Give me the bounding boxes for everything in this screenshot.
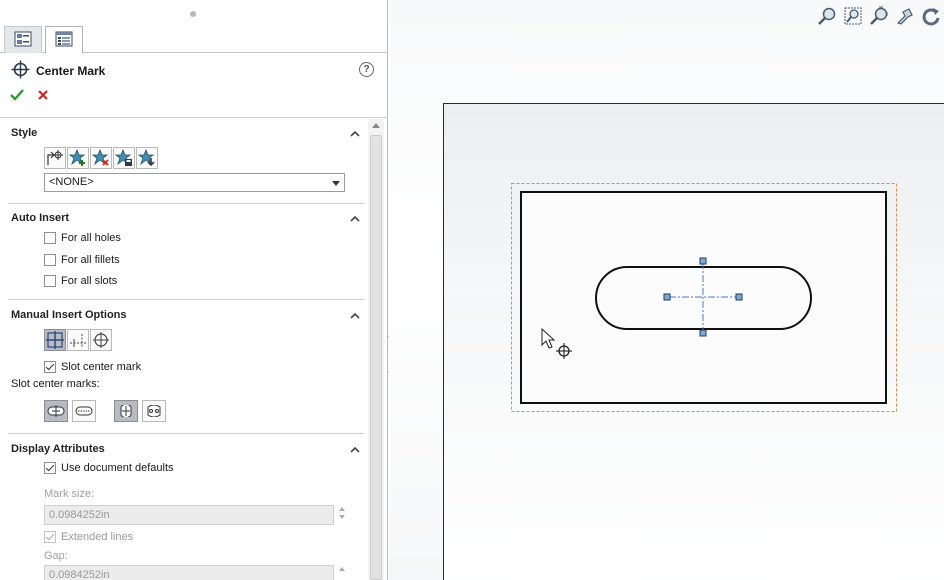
style-dropdown[interactable]: <NONE> [44, 173, 345, 192]
for-all-fillets-label: For all fillets [61, 254, 120, 266]
style-section-header[interactable]: Style [11, 127, 37, 139]
slot-handle-top[interactable] [699, 257, 707, 265]
circular-center-mark-icon [93, 332, 109, 348]
slot-arc-ends-icon [147, 405, 161, 417]
scroll-up-icon[interactable] [372, 123, 380, 128]
scrollbar-thumb[interactable] [370, 135, 382, 580]
load-style-icon [138, 149, 155, 167]
for-all-holes-label: For all holes [61, 232, 121, 244]
save-style-icon [115, 149, 132, 166]
for-all-fillets-option[interactable]: For all fillets [44, 254, 120, 266]
delete-style-icon [92, 149, 109, 166]
panel-title: Center Mark [36, 64, 106, 78]
question-icon: ? [363, 64, 370, 75]
slot-handle-right[interactable] [735, 293, 743, 301]
gap-value: 0.0984252in [49, 569, 110, 580]
graphics-area[interactable] [389, 0, 944, 580]
slot-arc-center-button[interactable] [114, 400, 138, 422]
for-all-holes-checkbox[interactable] [44, 232, 56, 244]
for-all-slots-label: For all slots [61, 275, 118, 287]
linear-center-mark-button[interactable] [67, 329, 89, 351]
help-button[interactable]: ? [359, 62, 374, 77]
single-center-mark-icon [46, 331, 64, 349]
feature-manager-tree-icon [14, 31, 32, 50]
mark-size-label: Mark size: [44, 488, 95, 500]
divider [0, 117, 388, 118]
style-button-row [44, 147, 158, 169]
center-mark-icon [11, 60, 30, 82]
panel-tab-bar [0, 24, 388, 54]
drawing-view-graphics [511, 183, 897, 412]
for-all-holes-option[interactable]: For all holes [44, 232, 121, 244]
tab-property-manager[interactable] [45, 26, 83, 54]
manual-insert-section-header[interactable]: Manual Insert Options [11, 309, 127, 321]
panel-grip-handle[interactable] [190, 11, 196, 17]
divider [8, 203, 364, 204]
collapse-auto-insert-icon[interactable] [350, 213, 360, 222]
slot-arc-ends-button[interactable] [142, 400, 166, 422]
slot-mark-button-row [44, 400, 166, 422]
mark-size-field[interactable]: 0.0984252in [44, 505, 334, 525]
delete-style-button[interactable] [90, 147, 112, 169]
auto-insert-section-header[interactable]: Auto Insert [11, 212, 69, 224]
x-icon [38, 90, 48, 100]
slot-center-mark-checkbox[interactable] [44, 361, 56, 373]
panel-scrollbar[interactable] [368, 119, 384, 580]
save-style-button[interactable] [113, 147, 135, 169]
divider [8, 299, 364, 300]
load-style-button[interactable] [136, 147, 158, 169]
collapse-display-attributes-icon[interactable] [350, 444, 360, 453]
collapse-style-icon[interactable] [350, 128, 360, 137]
apply-default-style-button[interactable] [44, 147, 66, 169]
divider [8, 433, 364, 434]
display-attributes-section-header[interactable]: Display Attributes [11, 443, 105, 455]
collapse-manual-insert-icon[interactable] [350, 310, 360, 319]
extended-lines-label: Extended lines [61, 531, 134, 543]
tab-feature-manager[interactable] [4, 26, 42, 53]
circular-center-mark-button[interactable] [90, 329, 112, 351]
checkmark-icon [10, 89, 24, 101]
style-dropdown-value: <NONE> [49, 176, 94, 188]
chevron-down-icon [332, 181, 340, 186]
for-all-slots-option[interactable]: For all slots [44, 275, 117, 287]
panel-title-row: Center Mark [11, 60, 381, 82]
gap-field[interactable]: 0.0984252in [44, 565, 334, 580]
property-manager-icon [55, 31, 73, 50]
slot-center-mark-label: Slot center mark [61, 361, 142, 373]
property-manager-panel: Center Mark ? Style <NONE> Auto Insert F… [0, 0, 388, 580]
for-all-fillets-checkbox[interactable] [44, 254, 56, 266]
slot-handle-bottom[interactable] [699, 329, 707, 337]
ok-button[interactable] [10, 89, 24, 104]
slot-center-mark-option[interactable]: Slot center mark [44, 361, 141, 373]
add-style-icon [69, 149, 86, 166]
extended-lines-option[interactable]: Extended lines [44, 531, 133, 543]
add-style-button[interactable] [67, 147, 89, 169]
cancel-button[interactable] [37, 89, 49, 104]
slot-handle-left[interactable] [663, 293, 671, 301]
mark-size-spinner[interactable] [339, 507, 347, 519]
manual-insert-mode-row [44, 329, 112, 351]
use-document-defaults-checkbox[interactable] [44, 462, 56, 474]
slot-center-button[interactable] [44, 400, 68, 422]
gap-spinner[interactable] [339, 567, 347, 575]
slot-ends-button[interactable] [72, 400, 96, 422]
slot-center-marks-label: Slot center marks: [11, 378, 100, 390]
extended-lines-checkbox[interactable] [44, 531, 56, 543]
linear-center-mark-icon [70, 334, 86, 347]
use-document-defaults-option[interactable]: Use document defaults [44, 462, 174, 474]
for-all-slots-checkbox[interactable] [44, 275, 56, 287]
apply-default-style-icon [47, 150, 63, 165]
slot-center-icon [47, 405, 65, 417]
use-document-defaults-label: Use document defaults [61, 462, 174, 474]
gap-label: Gap: [44, 550, 68, 562]
slot-ends-icon [75, 406, 93, 416]
single-center-mark-button[interactable] [44, 329, 66, 351]
slot-arc-center-icon [120, 405, 132, 417]
mark-size-value: 0.0984252in [49, 509, 110, 521]
